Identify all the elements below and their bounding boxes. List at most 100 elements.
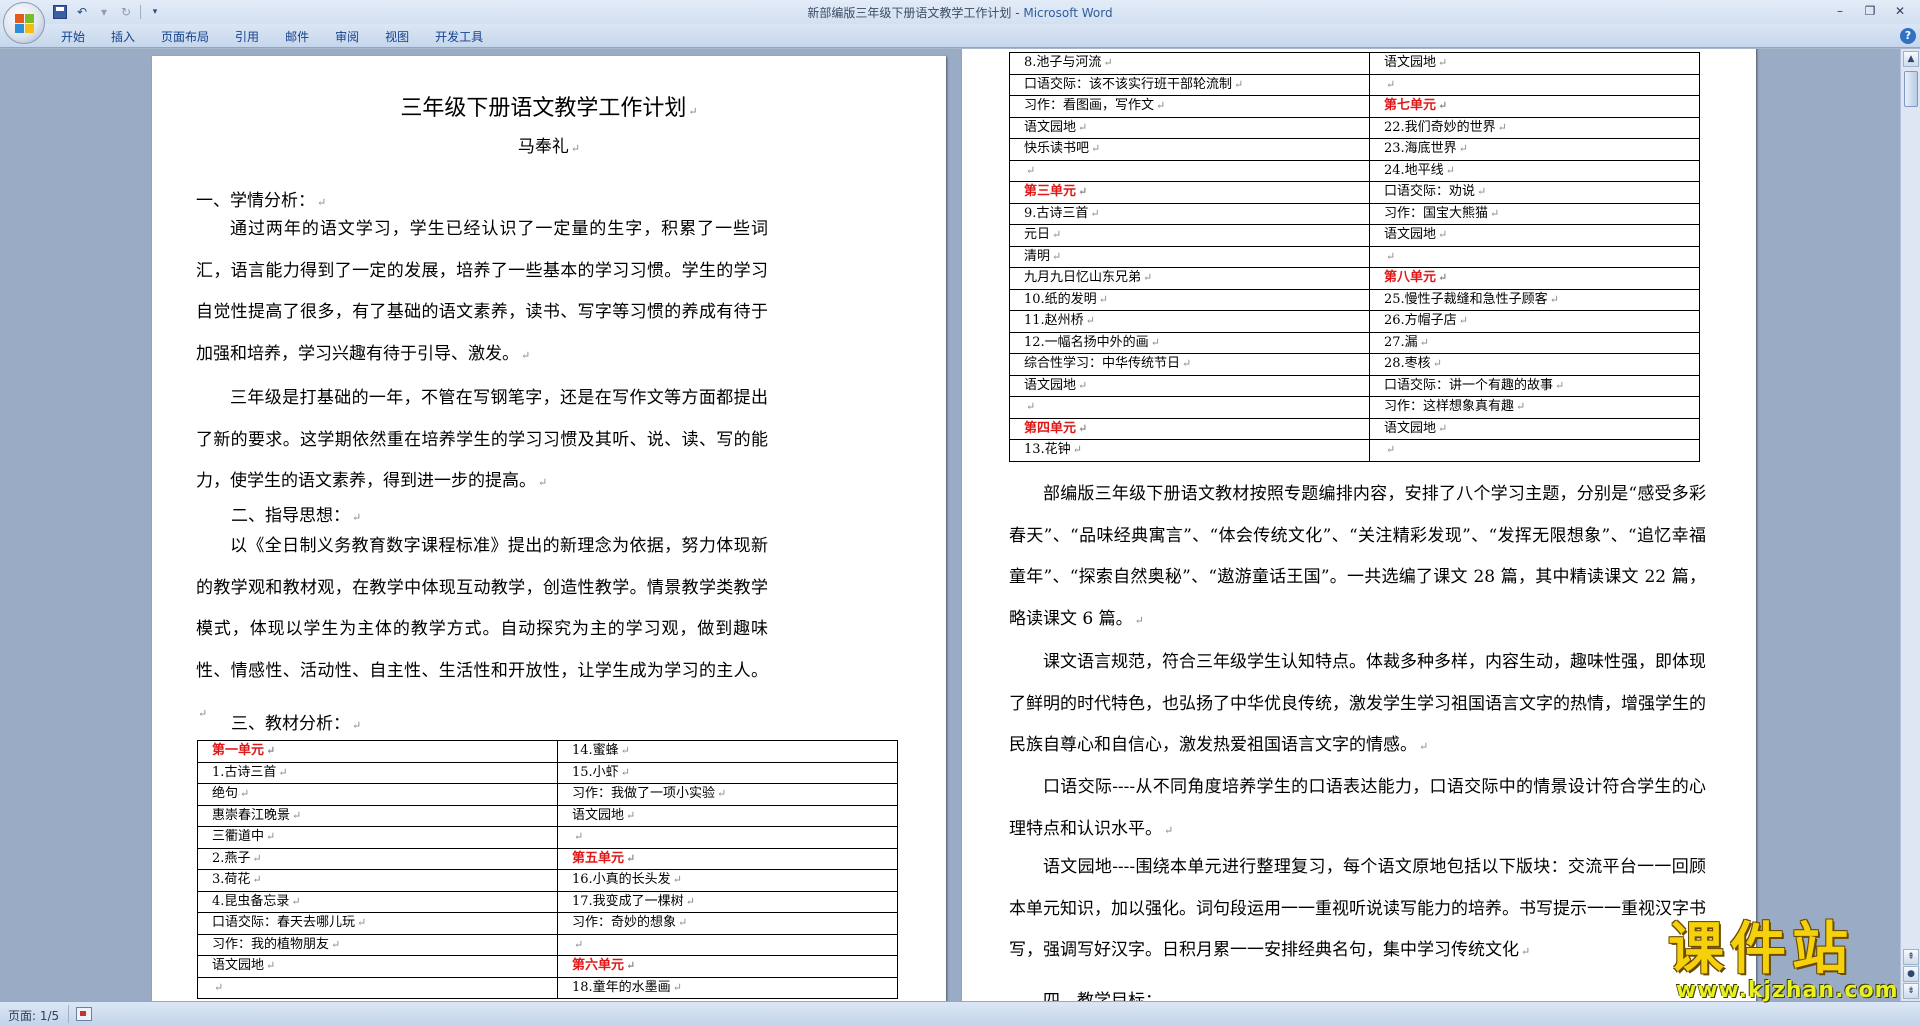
table-cell: ↵: [1369, 245, 1700, 268]
restore-button[interactable]: ❐: [1856, 2, 1884, 20]
paragraph-mark: ↵: [1134, 613, 1144, 627]
table-cell: 第五单元 ↵: [557, 847, 898, 870]
cell-text: 习作：国宝大熊猫: [1384, 205, 1489, 221]
table-cell: 3.荷花 ↵: [197, 869, 558, 892]
table-cell: 18.童年的水墨画 ↵: [557, 976, 898, 999]
table-cell: 13.花钟 ↵: [1009, 439, 1370, 462]
paragraph-mark: ↵: [331, 937, 341, 951]
paragraph-mark: ↵: [1234, 77, 1244, 91]
paragraph-mark: ↵: [1432, 357, 1442, 371]
tab-5[interactable]: 审阅: [322, 28, 372, 46]
tab-7[interactable]: 开发工具: [422, 28, 496, 46]
cell-text: 10.纸的发明: [1024, 291, 1097, 307]
proofing-icon[interactable]: [76, 1007, 92, 1021]
paragraph-mark: ↵: [685, 894, 695, 908]
close-button[interactable]: ✕: [1886, 2, 1914, 20]
paragraph-textbook-overview: 部编版三年级下册语文教材按照专题编排内容，安排了八个学习主题，分别是“感受多彩春…: [1009, 474, 1706, 641]
paragraph-mark: ↵: [1458, 314, 1468, 328]
table-row: 11.赵州桥 ↵ 26.方帽子店 ↵: [1009, 310, 1700, 333]
tab-4[interactable]: 邮件: [272, 28, 322, 46]
table-cell: 22.我们奇妙的世界 ↵: [1369, 116, 1700, 139]
table-cell: 习作：我做了一项小实验 ↵: [557, 783, 898, 806]
table-cell: 习作：看图画，写作文 ↵: [1009, 95, 1370, 118]
table-cell: 语文园地 ↵: [1369, 52, 1700, 75]
cell-text: 12.一幅名扬中外的画: [1024, 334, 1149, 350]
table-row: 九月九日忆山东兄弟 ↵ 第八单元 ↵: [1009, 267, 1700, 290]
title-separator: -: [1011, 6, 1024, 20]
tab-3[interactable]: 引用: [222, 28, 272, 46]
tab-0[interactable]: 开始: [48, 28, 98, 46]
table-cell: ↵: [1369, 439, 1700, 462]
cell-text: 第一单元: [212, 743, 265, 759]
cell-text: 语文园地: [572, 807, 625, 823]
table-cell: 26.方帽子店 ↵: [1369, 310, 1700, 333]
section-heading-4: 四、教学目标：: [1043, 986, 1162, 1001]
paragraph-mark: ↵: [1490, 206, 1500, 220]
cell-text: 24.地平线: [1384, 162, 1444, 178]
cell-text: 语文园地: [1024, 119, 1077, 135]
cell-text: 17.我变成了一棵树: [572, 893, 684, 909]
table-cell: 口语交际：劝说 ↵: [1369, 181, 1700, 204]
cell-text: 第四单元: [1024, 420, 1077, 436]
table-cell: ↵: [197, 976, 558, 999]
office-button[interactable]: [3, 2, 45, 44]
table-cell: 语文园地 ↵: [1369, 417, 1700, 440]
app-name: Microsoft Word: [1023, 6, 1113, 20]
document-page-1[interactable]: 三年级下册语文教学工作计划 ↵ 马奉礼 ↵ 一、学情分析： ↵ 通过两年的语文学习，学…: [152, 56, 946, 1001]
tab-1[interactable]: 插入: [98, 28, 148, 46]
tab-6[interactable]: 视图: [372, 28, 422, 46]
table-row: 语文园地 ↵ 第六单元 ↵: [197, 955, 898, 978]
arrow-up-icon: ▲: [1907, 54, 1915, 64]
table-cell: ↵: [557, 826, 898, 849]
table-cell: 综合性学习：中华传统节日 ↵: [1009, 353, 1370, 376]
paragraph-mark: ↵: [240, 787, 250, 801]
table-cell: 语文园地 ↵: [557, 804, 898, 827]
cell-text: 口语交际：春天去哪儿玩: [212, 915, 356, 931]
table-row: 语文园地 ↵ 口语交际：讲一个有趣的故事 ↵: [1009, 374, 1700, 397]
paragraph-mark: ↵: [1458, 142, 1468, 156]
paragraph-mark: ↵: [1497, 120, 1507, 134]
table-row: 习作：我的植物朋友 ↵ ↵: [197, 933, 898, 956]
paragraph-mark: ↵: [626, 851, 636, 865]
document-page-2[interactable]: 8.池子与河流 ↵ 语文园地 ↵ 口语交际：该不该实行班干部轮流制 ↵ ↵ 习作：看图画，写作…: [962, 49, 1756, 1001]
table-cell: 12.一幅名扬中外的画 ↵: [1009, 331, 1370, 354]
table-row: 习作：看图画，写作文 ↵ 第七单元 ↵: [1009, 95, 1700, 118]
table-row: ↵ 18.童年的水墨画 ↵: [197, 976, 898, 999]
table-cell: 习作：国宝大熊猫 ↵: [1369, 202, 1700, 225]
cell-text: 23.海底世界: [1384, 141, 1457, 157]
paragraph-mark: ↵: [266, 959, 276, 973]
table-row: 口语交际：该不该实行班干部轮流制 ↵ ↵: [1009, 73, 1700, 96]
help-icon[interactable]: ?: [1900, 28, 1916, 44]
section-heading-3: 三、教材分析： ↵: [231, 709, 361, 734]
paragraph-mark: ↵: [1438, 228, 1448, 242]
office-logo-icon: [15, 14, 35, 34]
scroll-up-button[interactable]: ▲: [1903, 51, 1919, 67]
minimize-icon: –: [1837, 4, 1843, 18]
tab-2[interactable]: 页面布局: [148, 28, 222, 46]
scroll-thumb[interactable]: [1904, 71, 1918, 107]
cell-text: 清明: [1024, 248, 1051, 264]
paragraph-mark: ↵: [1085, 314, 1095, 328]
paragraph-mark: ↵: [626, 808, 636, 822]
paragraph-mark: ↵: [1386, 77, 1396, 91]
document-workspace: 三年级下册语文教学工作计划 ↵ 马奉礼 ↵ 一、学情分析： ↵ 通过两年的语文学习，学…: [0, 49, 1900, 1001]
table-cell: 14.蜜蜂 ↵: [557, 740, 898, 763]
table-cell: 25.慢性子裁缝和急性子顾客 ↵: [1369, 288, 1700, 311]
section-heading-text: 四、教学目标：: [1043, 991, 1162, 1001]
textbook-units-table-continued: 8.池子与河流 ↵ 语文园地 ↵ 口语交际：该不该实行班干部轮流制 ↵ ↵ 习作：看图画，写作…: [1009, 52, 1700, 462]
paragraph-mark: ↵: [1090, 206, 1100, 220]
paragraph-text: 通过两年的语文学习，学生已经认识了一定量的生字，积累了一些词汇，语言能力得到了一…: [196, 219, 768, 364]
paragraph-mark: ↵: [352, 511, 362, 524]
table-cell: ↵: [1009, 396, 1370, 419]
cell-text: 口语交际：讲一个有趣的故事: [1384, 377, 1554, 393]
vertical-scrollbar[interactable]: ▲ ⇞ ● ⇟: [1900, 49, 1920, 1001]
minimize-button[interactable]: –: [1826, 2, 1854, 20]
paragraph-mark: ↵: [292, 808, 302, 822]
table-row: 第三单元 ↵ 口语交际：劝说 ↵: [1009, 181, 1700, 204]
cell-text: 27.漏: [1384, 334, 1418, 350]
section-heading-2: 二、指导思想： ↵: [231, 501, 361, 526]
table-cell: 语文园地 ↵: [1009, 374, 1370, 397]
page-count-status[interactable]: 页面: 1/5: [8, 1007, 59, 1024]
paragraph-chinese-garden: 语文园地----围绕本单元进行整理复习，每个语文原地包括以下版块：交流平台一一回…: [1009, 847, 1706, 973]
cell-text: 语文园地: [1384, 227, 1437, 243]
